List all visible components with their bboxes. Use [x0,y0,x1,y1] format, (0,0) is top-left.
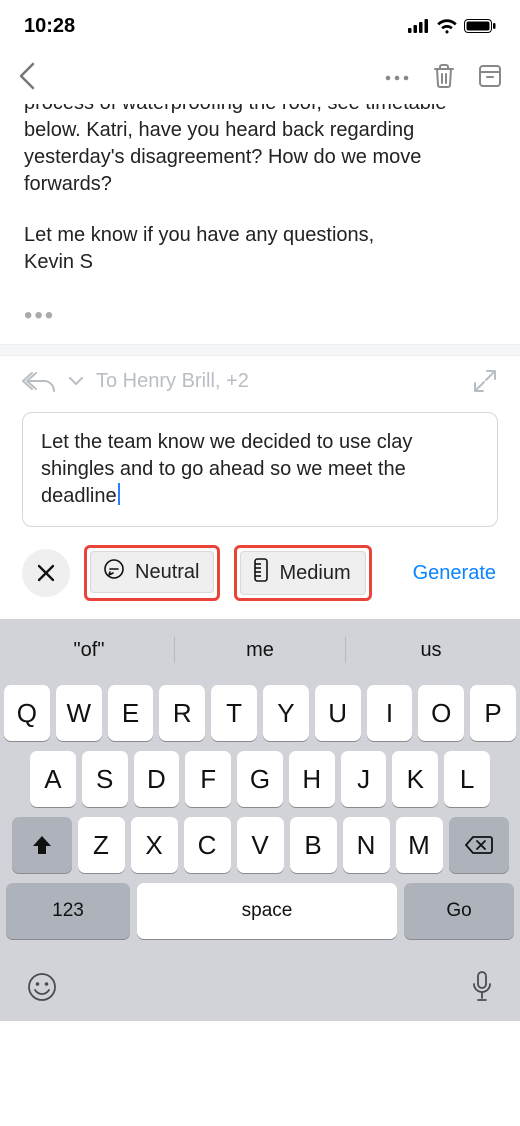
key-k[interactable]: K [392,751,438,807]
key-row-1: Q W E R T Y U I O P [4,685,516,741]
suggestion-3[interactable]: us [346,639,516,662]
chat-tone-icon [103,558,125,586]
key-row-2: A S D F G H J K L [4,751,516,807]
close-button[interactable] [22,549,70,597]
cellular-icon [408,19,430,33]
length-selector-highlight: Medium [234,545,371,601]
email-signature: Kevin S [24,251,93,273]
key-f[interactable]: F [185,751,231,807]
back-icon[interactable] [18,62,36,95]
key-u[interactable]: U [315,685,361,741]
email-line: below. Katri, have you heard back regard… [24,119,421,195]
expand-icon[interactable] [472,368,498,394]
compose-text-input[interactable]: Let the team know we decided to use clay… [22,412,498,527]
length-selector[interactable]: Medium [240,551,365,595]
tone-selector[interactable]: Neutral [90,551,214,593]
go-key[interactable]: Go [404,883,514,939]
key-p[interactable]: P [470,685,516,741]
reply-header: To Henry Brill, +2 [0,356,520,412]
ellipsis-icon[interactable]: ••• [24,300,496,332]
wifi-icon [436,18,458,34]
suggestion-2[interactable]: me [175,639,345,662]
chevron-down-icon[interactable] [68,376,84,386]
key-v[interactable]: V [237,817,284,873]
key-y[interactable]: Y [263,685,309,741]
email-body: process of waterproofing the roof, see t… [0,104,520,344]
generate-button[interactable]: Generate [413,562,496,585]
ruler-icon [253,558,269,588]
key-l[interactable]: L [444,751,490,807]
tone-selector-highlight: Neutral [84,545,220,601]
reply-to-label[interactable]: To Henry Brill, +2 [96,370,460,393]
emoji-icon[interactable] [26,971,58,1003]
backspace-key[interactable] [449,817,509,873]
key-e[interactable]: E [108,685,154,741]
keyboard: "of" me us Q W E R T Y U I O P A S D F G… [0,619,520,1021]
space-key[interactable]: space [137,883,397,939]
key-x[interactable]: X [131,817,178,873]
compose-text: Let the team know we decided to use clay… [41,431,412,507]
key-c[interactable]: C [184,817,231,873]
more-icon[interactable] [384,69,410,87]
key-q[interactable]: Q [4,685,50,741]
status-time: 10:28 [24,15,75,38]
key-j[interactable]: J [341,751,387,807]
email-closing: Let me know if you have any questions, [24,224,374,246]
key-i[interactable]: I [367,685,413,741]
section-divider [0,344,520,356]
text-cursor [118,483,120,505]
ai-options-row: Neutral Medium Generate [0,527,520,619]
length-label: Medium [279,562,350,585]
key-h[interactable]: H [289,751,335,807]
numeric-key[interactable]: 123 [6,883,130,939]
battery-icon [464,19,496,33]
keyboard-suggestions: "of" me us [4,625,516,675]
key-b[interactable]: B [290,817,337,873]
key-d[interactable]: D [134,751,180,807]
key-n[interactable]: N [343,817,390,873]
key-t[interactable]: T [211,685,257,741]
key-row-3: Z X C V B N M [4,817,516,873]
key-m[interactable]: M [396,817,443,873]
shift-key[interactable] [12,817,72,873]
mic-icon[interactable] [470,970,494,1004]
key-row-4: 123 space Go [4,883,516,939]
trash-icon[interactable] [432,63,456,94]
key-s[interactable]: S [82,751,128,807]
key-o[interactable]: O [418,685,464,741]
tone-label: Neutral [135,561,199,584]
reply-all-icon[interactable] [22,370,56,392]
top-nav [0,52,520,104]
key-g[interactable]: G [237,751,283,807]
status-bar: 10:28 [0,0,520,52]
key-z[interactable]: Z [78,817,125,873]
key-r[interactable]: R [159,685,205,741]
key-w[interactable]: W [56,685,102,741]
keyboard-footer [4,939,516,1021]
key-a[interactable]: A [30,751,76,807]
suggestion-1[interactable]: "of" [4,639,174,662]
archive-icon[interactable] [478,64,502,93]
email-line: process of waterproofing the roof, see t… [24,104,446,114]
